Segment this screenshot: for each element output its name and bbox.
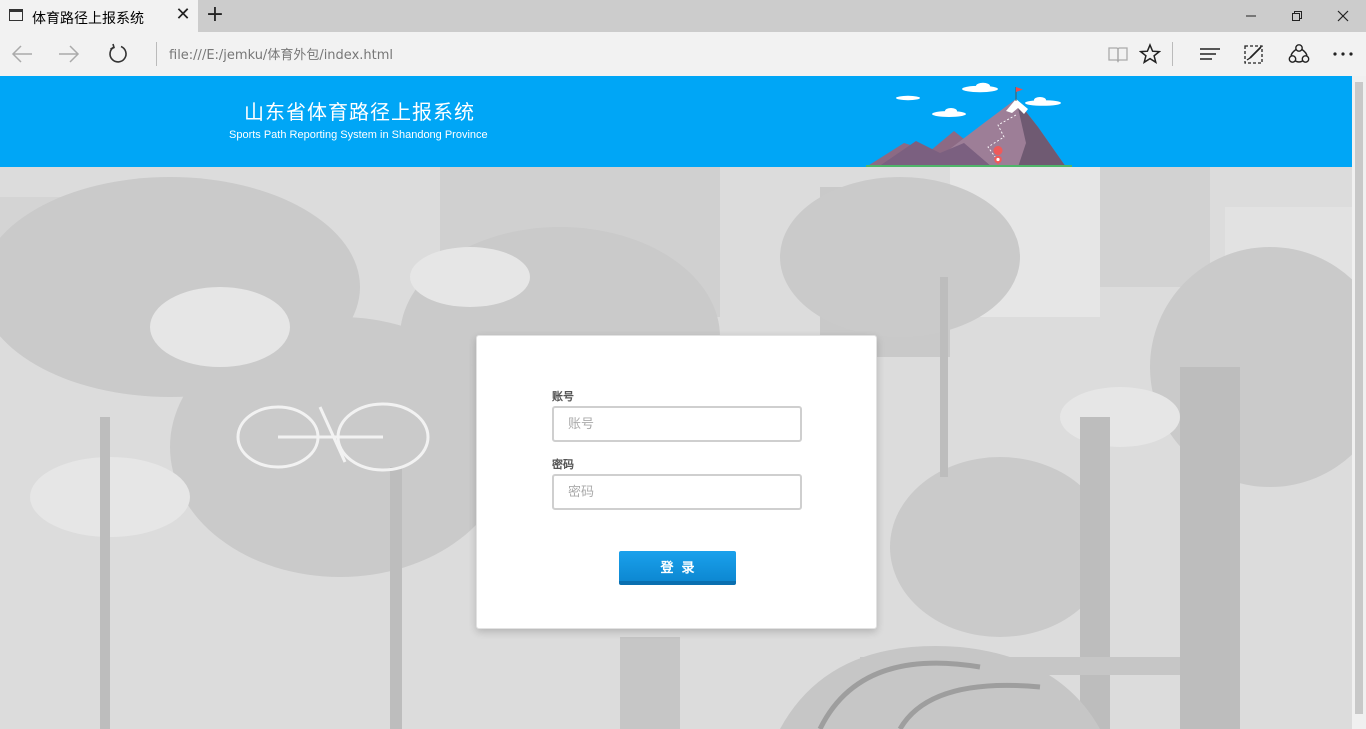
hub-icon	[1200, 48, 1220, 60]
reading-view-icon	[1108, 47, 1128, 63]
login-card: 账号 密码 登录	[476, 335, 877, 629]
refresh-icon	[109, 43, 127, 63]
share-button[interactable]	[1283, 38, 1315, 70]
account-input[interactable]	[552, 406, 802, 442]
password-input[interactable]	[552, 474, 802, 510]
url-field[interactable]: file:///E:/jemku/体育外包/index.html	[169, 44, 393, 63]
scrollbar-thumb[interactable]	[1355, 82, 1363, 714]
window-close-button[interactable]	[1320, 0, 1366, 32]
browser-tab-bar: 体育路径上报系统 ✕ +	[0, 0, 1366, 32]
favorite-button[interactable]	[1134, 38, 1166, 70]
minimize-icon	[1246, 15, 1256, 17]
site-subtitle: Sports Path Reporting System in Shandong…	[229, 129, 488, 141]
toolbar-divider	[1172, 42, 1173, 66]
close-icon	[1337, 10, 1349, 22]
restore-icon	[1292, 11, 1302, 21]
new-tab-button[interactable]: +	[204, 4, 226, 26]
web-note-icon	[1244, 45, 1263, 64]
login-button[interactable]: 登录	[619, 551, 736, 585]
more-button[interactable]	[1327, 38, 1359, 70]
forward-button[interactable]	[53, 38, 85, 70]
web-note-button[interactable]	[1238, 38, 1270, 70]
site-title: 山东省体育路径上报系统	[244, 100, 475, 124]
web-page: 山东省体育路径上报系统 Sports Path Reporting System…	[0, 76, 1352, 729]
forward-icon	[59, 45, 80, 63]
mountain-illustration	[866, 82, 1072, 167]
restore-button[interactable]	[1274, 0, 1320, 32]
vertical-scrollbar[interactable]	[1352, 76, 1366, 729]
refresh-button[interactable]	[101, 38, 133, 70]
tab-close-icon[interactable]: ✕	[174, 6, 192, 24]
browser-tab[interactable]: 体育路径上报系统 ✕	[0, 0, 198, 32]
back-button[interactable]	[6, 38, 38, 70]
back-icon	[11, 45, 32, 63]
page-icon	[9, 9, 23, 21]
share-icon	[1288, 44, 1310, 63]
browser-address-bar: file:///E:/jemku/体育外包/index.html	[0, 32, 1366, 76]
minimize-button[interactable]	[1228, 0, 1274, 32]
address-divider	[156, 42, 157, 66]
password-label: 密码	[552, 458, 574, 471]
more-icon	[1333, 52, 1353, 56]
favorite-star-icon	[1139, 43, 1161, 64]
hub-button[interactable]	[1194, 38, 1226, 70]
tab-title: 体育路径上报系统	[32, 11, 144, 27]
account-label: 账号	[552, 390, 574, 403]
reading-view-button[interactable]	[1102, 38, 1134, 70]
site-header: 山东省体育路径上报系统 Sports Path Reporting System…	[0, 76, 1352, 167]
